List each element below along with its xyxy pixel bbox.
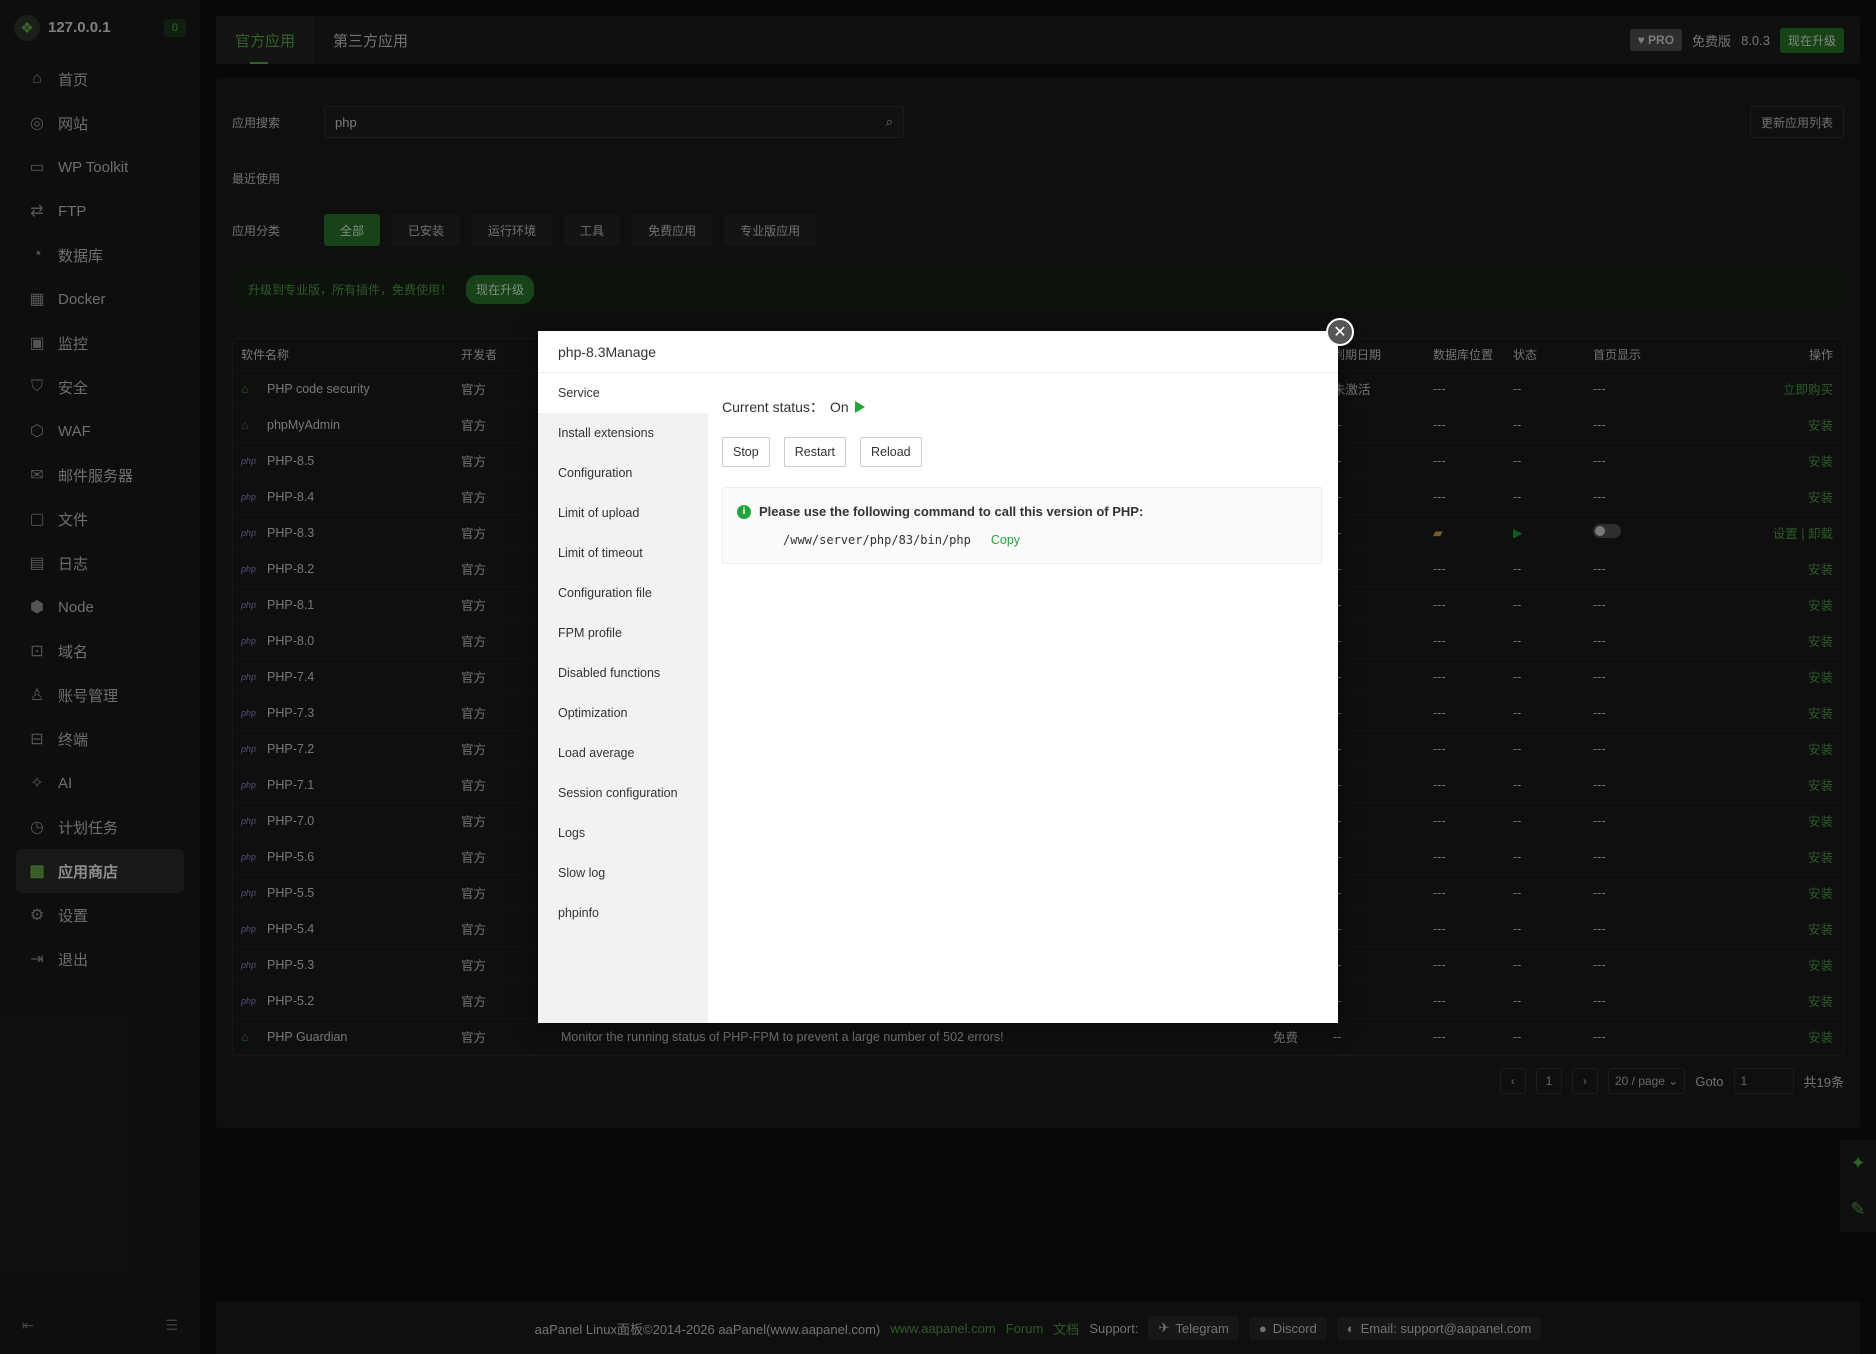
dialog-menu-item[interactable]: Slow log bbox=[538, 853, 708, 893]
command-info-box: i Please use the following command to ca… bbox=[722, 487, 1322, 564]
close-icon[interactable]: ✕ bbox=[1326, 318, 1354, 346]
dialog-menu-item[interactable]: phpinfo bbox=[538, 893, 708, 933]
php-manage-dialog: php-8.3Manage ✕ Service Install extension… bbox=[538, 318, 1354, 1023]
php-command-path: /www/server/php/83/bin/php bbox=[783, 533, 971, 547]
stop-button[interactable]: Stop bbox=[722, 437, 770, 467]
running-play-icon bbox=[854, 401, 865, 413]
current-status: Current status： On bbox=[722, 397, 1322, 417]
info-text: Please use the following command to call… bbox=[759, 504, 1144, 519]
dialog-title: php-8.3Manage bbox=[538, 331, 1338, 373]
dialog-menu-item[interactable]: Configuration bbox=[538, 453, 708, 493]
dialog-menu-item[interactable]: Limit of upload bbox=[538, 493, 708, 533]
info-icon: i bbox=[737, 504, 751, 519]
info-line: i Please use the following command to ca… bbox=[737, 504, 1307, 519]
dialog-menu-item[interactable]: Session configuration bbox=[538, 773, 708, 813]
dialog-menu-item[interactable]: Disabled functions bbox=[538, 653, 708, 693]
command-line: /www/server/php/83/bin/php Copy bbox=[737, 533, 1307, 547]
dialog-menu-item[interactable]: Install extensions bbox=[538, 413, 708, 453]
service-panel: Current status： On Stop Restart Reload i… bbox=[722, 397, 1322, 564]
dialog-menu-item[interactable]: Load average bbox=[538, 733, 708, 773]
copy-button[interactable]: Copy bbox=[991, 533, 1020, 547]
reload-button[interactable]: Reload bbox=[860, 437, 922, 467]
restart-button[interactable]: Restart bbox=[783, 437, 847, 467]
dialog-menu-item[interactable]: Limit of timeout bbox=[538, 533, 708, 573]
dialog-menu-item[interactable]: FPM profile bbox=[538, 613, 708, 653]
status-value: On bbox=[829, 399, 849, 415]
dialog-menu: Service Install extensions Configuration Li… bbox=[538, 373, 708, 1023]
dialog-menu-item[interactable]: Service bbox=[538, 373, 708, 413]
dialog-menu-item[interactable]: Configuration file bbox=[538, 573, 708, 613]
service-buttons: Stop Restart Reload bbox=[722, 437, 1322, 467]
status-label: Current status： bbox=[722, 399, 824, 415]
dialog-menu-item[interactable]: Logs bbox=[538, 813, 708, 853]
dialog-menu-item[interactable]: Optimization bbox=[538, 693, 708, 733]
